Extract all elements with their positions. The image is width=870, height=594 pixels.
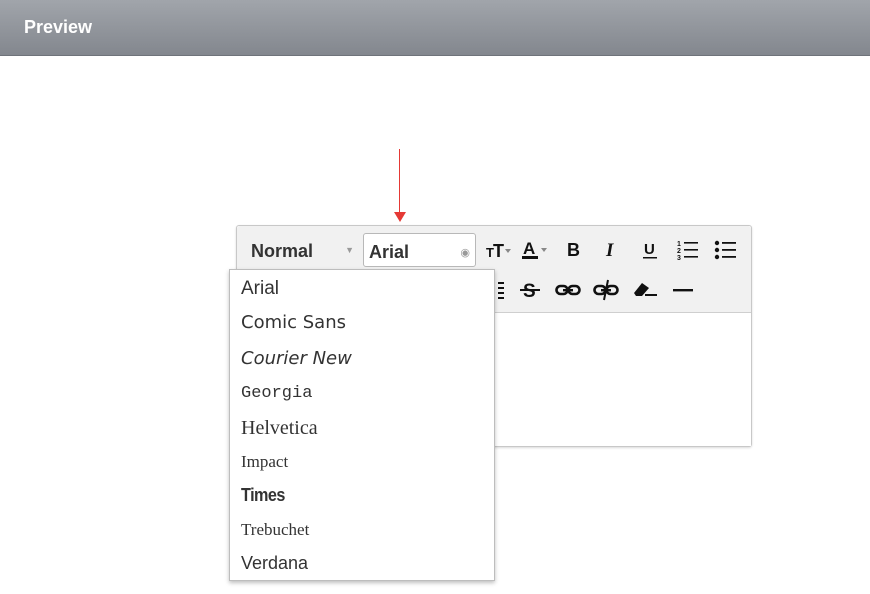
dropdown-eye-icon: ◉ (460, 247, 470, 259)
svg-text:3: 3 (677, 255, 681, 261)
annotation-arrow-line (399, 149, 400, 213)
font-dropdown: Arial Comic Sans Courier New Georgia Hel… (229, 269, 495, 581)
text-color-button[interactable]: A (520, 235, 550, 265)
svg-text:B: B (567, 240, 580, 260)
font-option-courier-new[interactable]: Courier New (241, 348, 352, 369)
font-option-arial[interactable]: Arial (241, 278, 279, 300)
font-option-trebuchet[interactable]: Trebuchet (241, 520, 309, 540)
preview-header: Preview (0, 0, 870, 56)
strikethrough-button[interactable]: S (515, 275, 545, 305)
svg-text:2: 2 (677, 248, 681, 255)
svg-text:I: I (605, 240, 614, 260)
font-option-helvetica[interactable]: Helvetica (241, 417, 318, 440)
eraser-icon (634, 283, 657, 296)
horizontal-rule-button[interactable] (668, 275, 698, 305)
unlink-icon (593, 279, 619, 301)
svg-text:A: A (523, 239, 535, 258)
ordered-list-button[interactable]: 1 2 3 (673, 235, 703, 265)
font-size-icon: T T (486, 241, 511, 260)
link-icon (555, 284, 581, 296)
underline-icon: U (643, 241, 657, 259)
annotation-arrow-head (394, 212, 406, 222)
horizontal-rule-icon (673, 289, 693, 292)
format-select-value: Normal (251, 241, 314, 261)
font-option-georgia[interactable]: Georgia (241, 384, 312, 403)
svg-text:U: U (644, 241, 655, 258)
font-option-comic-sans[interactable]: Comic Sans (241, 312, 346, 333)
font-size-button[interactable]: T T (483, 235, 513, 265)
font-select-value: Arial (369, 242, 410, 262)
link-button[interactable] (553, 275, 583, 305)
italic-icon: I (605, 240, 614, 260)
italic-button[interactable]: I (597, 235, 627, 265)
clear-format-button[interactable] (630, 275, 660, 305)
bullet-list-button[interactable] (711, 235, 741, 265)
caret-down-icon: ▼ (345, 245, 354, 255)
font-option-verdana[interactable]: Verdana (241, 553, 308, 574)
font-option-impact[interactable]: Impact (241, 452, 288, 472)
bold-button[interactable]: B (559, 235, 589, 265)
svg-text:1: 1 (677, 241, 681, 248)
text-color-icon: A (522, 239, 547, 259)
bold-icon: B (567, 240, 580, 260)
bullet-list-icon (714, 240, 736, 260)
font-option-times[interactable]: Times (241, 485, 285, 506)
underline-button[interactable]: U (635, 235, 665, 265)
strikethrough-icon: S (520, 281, 540, 301)
font-select[interactable]: Arial ◉ (363, 233, 476, 267)
format-select[interactable]: Normal ▼ (241, 233, 358, 267)
unlink-button[interactable] (591, 275, 621, 305)
header-title: Preview (24, 17, 93, 37)
ordered-list-icon: 1 2 3 (677, 241, 698, 261)
svg-text:T: T (493, 241, 504, 260)
